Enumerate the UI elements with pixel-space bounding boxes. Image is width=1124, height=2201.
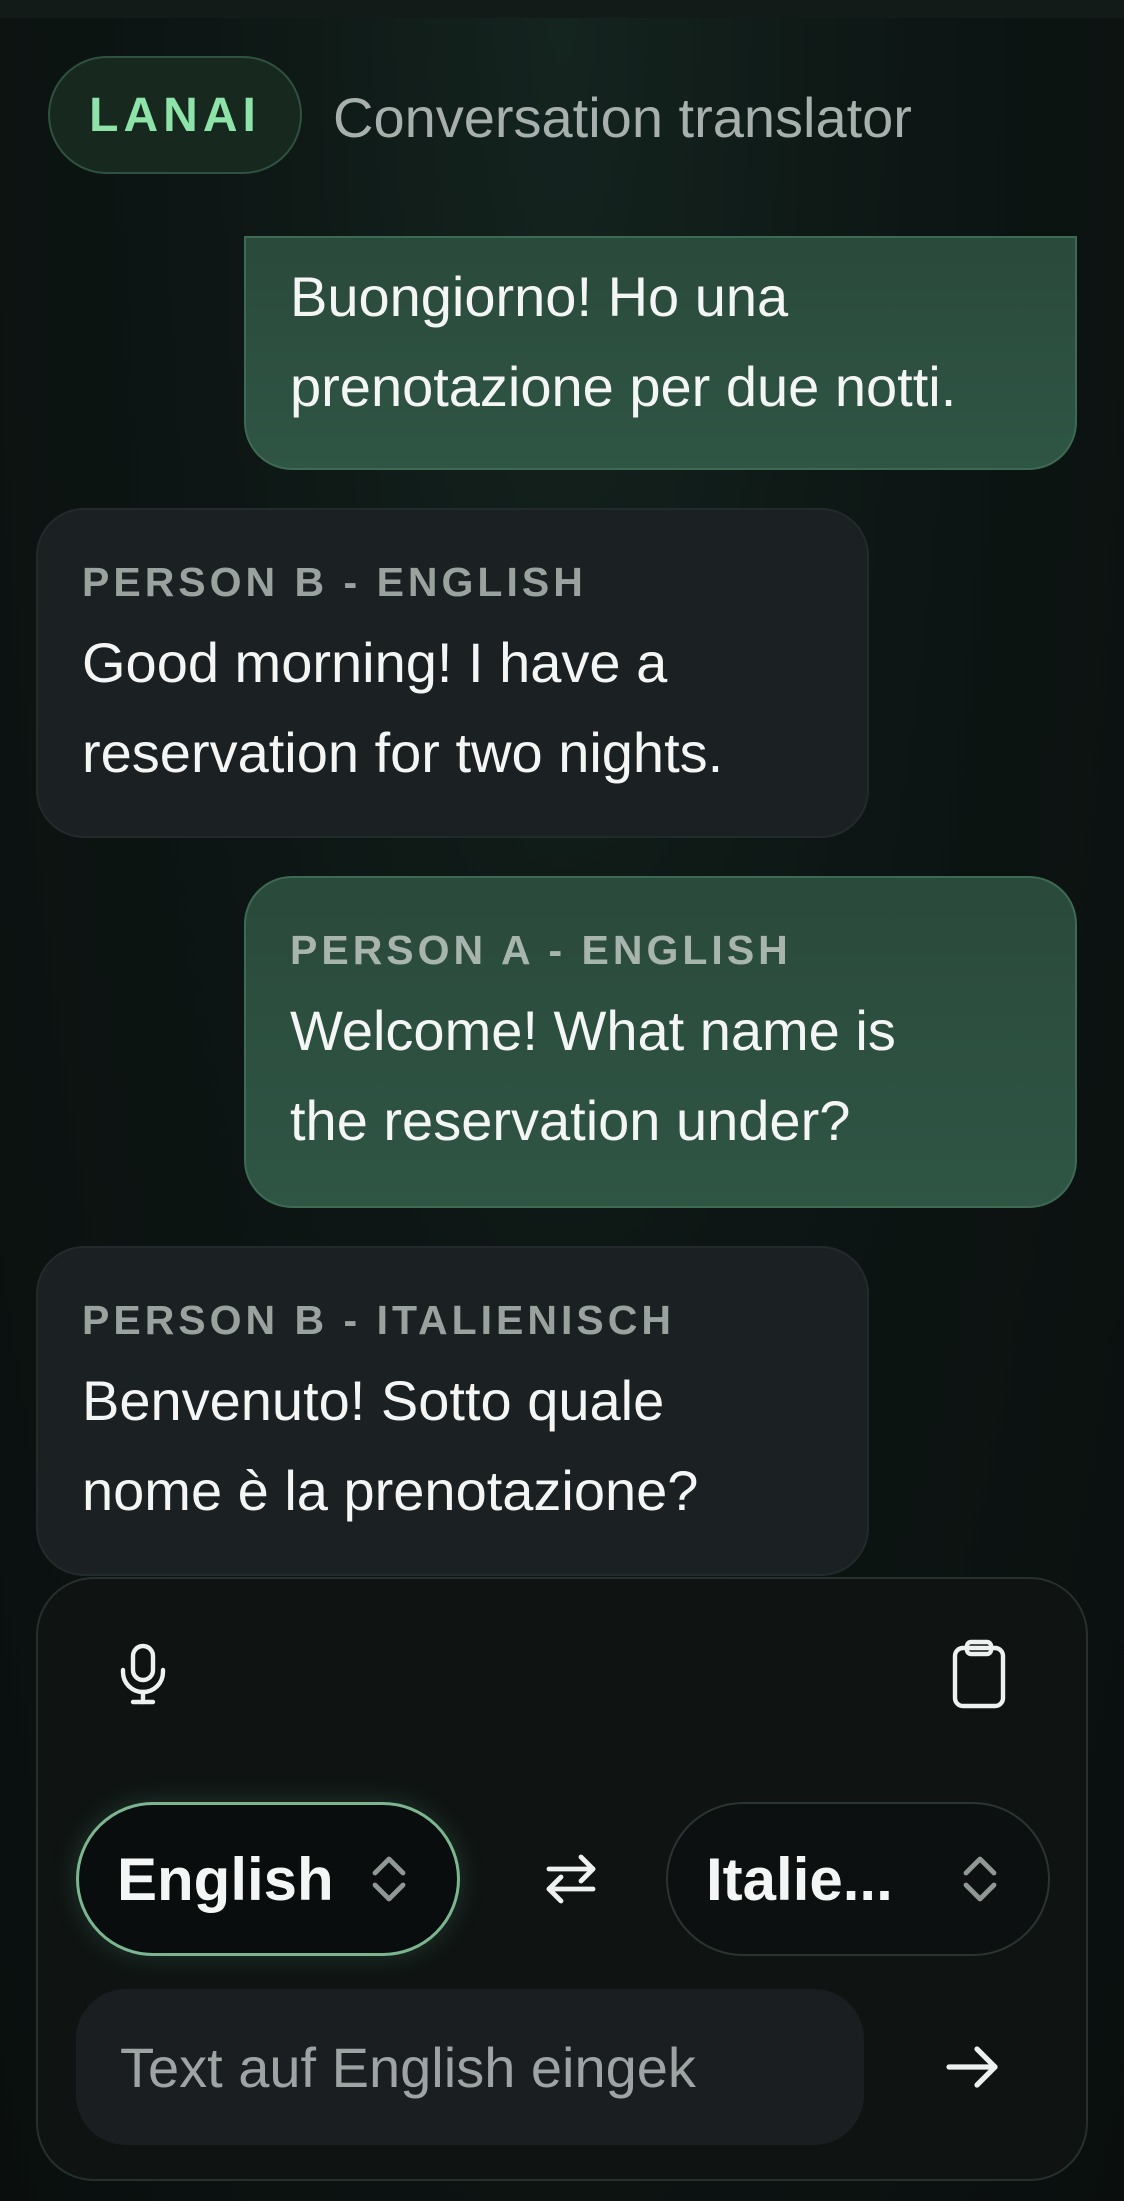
message-text: Buongiorno! Ho una prenotazione per due … (290, 252, 1031, 432)
message-bubble-person-a: Buongiorno! Ho una prenotazione per due … (244, 236, 1077, 470)
message-speaker-label: PERSON B - ENGLISH (82, 559, 587, 605)
page-subtitle: Conversation translator (333, 85, 912, 149)
arrow-right-icon (946, 2046, 998, 2088)
status-bar-strip (0, 0, 1124, 18)
message-input[interactable] (76, 1989, 864, 2145)
message-text-line: Welcome! What name is (290, 999, 896, 1062)
message-text-line: nome è la prenotazione? (82, 1459, 699, 1522)
microphone-icon (120, 1643, 166, 1705)
message-text-line: the reservation under? (290, 1089, 851, 1152)
clipboard-button[interactable] (934, 1629, 1024, 1719)
message-text: Benvenuto! Sotto quale nome è la prenota… (82, 1356, 823, 1536)
swap-languages-button[interactable] (526, 1834, 616, 1924)
clipboard-icon (952, 1639, 1006, 1709)
send-button[interactable] (928, 2022, 1018, 2112)
composer-panel: English Italie... (36, 1577, 1088, 2181)
target-language-label: Italie... (706, 1845, 893, 1913)
swap-arrows-icon (546, 1854, 596, 1904)
message-speaker-label: PERSON A - ENGLISH (290, 927, 792, 973)
translator-screen: LANAI Conversation translator Buongiorno… (0, 0, 1124, 2201)
message-text: Welcome! What name is the reservation un… (290, 986, 1031, 1166)
chevron-up-down-icon (359, 1849, 419, 1909)
message-bubble-person-b: PERSON B - ENGLISH Good morning! I have … (36, 508, 869, 838)
message-bubble-person-b: PERSON B - ITALIENISCH Benvenuto! Sotto … (36, 1246, 869, 1576)
message-text-line: Good morning! I have a (82, 631, 668, 694)
message-text-line: reservation for two nights. (82, 721, 724, 784)
microphone-button[interactable] (98, 1629, 188, 1719)
message-text-line: prenotazione per due notti. (290, 355, 957, 418)
message-text-line: Benvenuto! Sotto quale (82, 1369, 665, 1432)
message-speaker-label: PERSON B - ITALIENISCH (82, 1297, 675, 1343)
message-text: Good morning! I have a reservation for t… (82, 618, 823, 798)
source-language-label: English (117, 1845, 334, 1913)
message-text-line: Buongiorno! Ho una (290, 265, 789, 328)
brand-badge: LANAI (48, 56, 302, 174)
chevron-up-down-icon (950, 1849, 1010, 1909)
message-bubble-person-a: PERSON A - ENGLISH Welcome! What name is… (244, 876, 1077, 1208)
brand-name: LANAI (89, 88, 261, 142)
target-language-select[interactable]: Italie... (666, 1802, 1050, 1956)
source-language-select[interactable]: English (76, 1802, 460, 1956)
